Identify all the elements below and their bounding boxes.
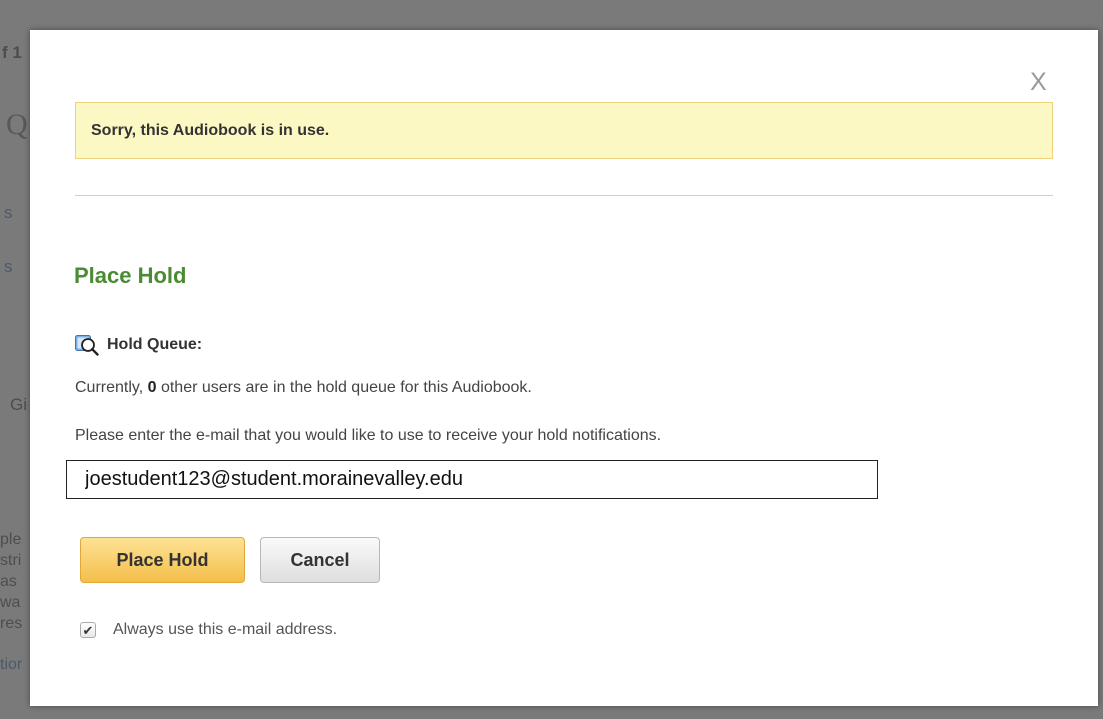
email-field[interactable] [66, 460, 878, 499]
dialog-heading: Place Hold [74, 263, 187, 288]
unavailable-alert: Sorry, this Audiobook is in use. [75, 102, 1053, 159]
queue-count: 0 [147, 379, 157, 396]
place-hold-dialog: X Sorry, this Audiobook is in use. Place… [30, 30, 1098, 706]
always-use-email-option: ✔ Always use this e-mail address. [80, 619, 337, 641]
email-prompt: Please enter the e-mail that you would l… [75, 427, 662, 444]
cancel-button[interactable]: Cancel [260, 537, 380, 583]
alert-message: Sorry, this Audiobook is in use. [91, 122, 330, 139]
always-use-label[interactable]: Always use this e-mail address. [113, 621, 337, 639]
queue-text-after: other users are in the hold queue for th… [156, 379, 532, 396]
hold-queue-header: Hold Queue: [75, 333, 202, 357]
hold-queue-label: Hold Queue: [107, 336, 203, 353]
queue-status-text: Currently, 0 other users are in the hold… [75, 379, 532, 397]
checkmark-icon: ✔ [82, 622, 94, 638]
place-hold-button[interactable]: Place Hold [80, 537, 245, 583]
close-button[interactable]: X [1030, 68, 1047, 97]
queue-text-before: Currently, [75, 379, 148, 396]
divider [75, 195, 1053, 196]
magnifier-icon [75, 334, 99, 356]
always-use-checkbox[interactable]: ✔ [80, 622, 96, 638]
